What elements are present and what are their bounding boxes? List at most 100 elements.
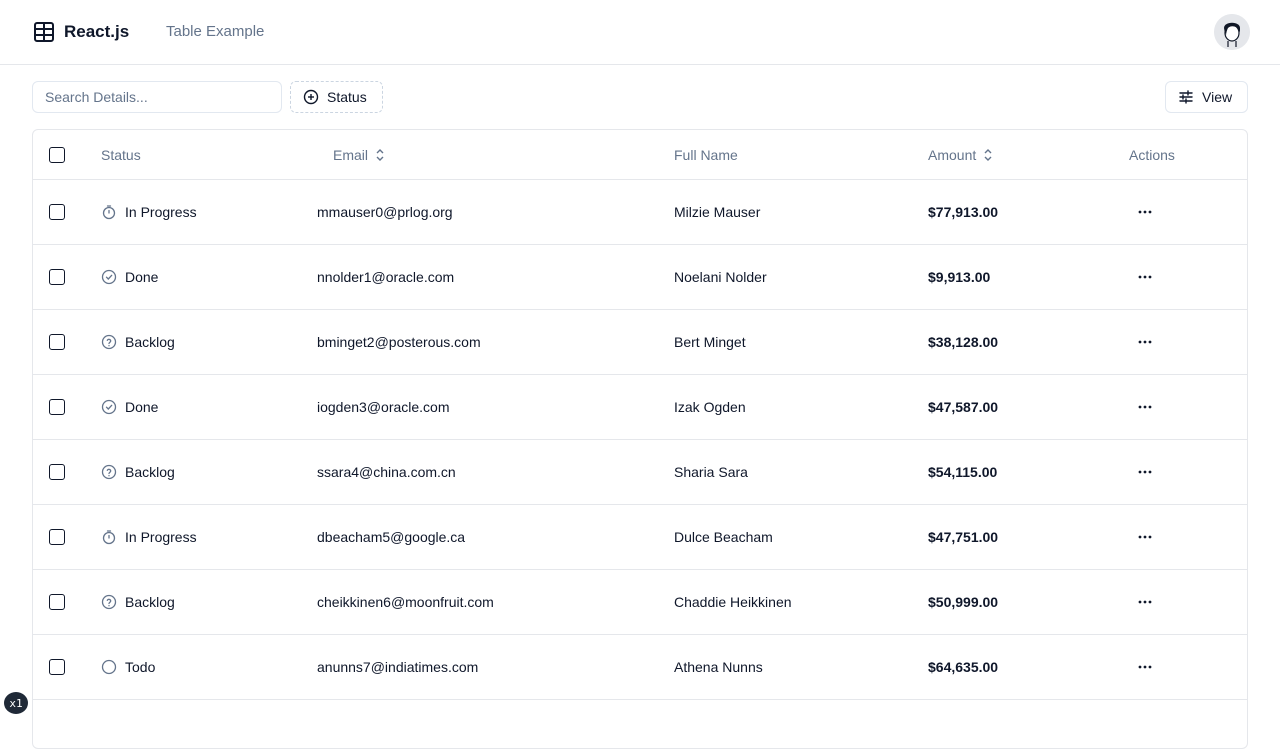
table-row: In Progress dbeacham5@google.ca Dulce Beac… [33, 505, 1247, 570]
more-horizontal-icon [1138, 275, 1152, 279]
email-value: iogden3@oracle.com [317, 399, 450, 415]
full-name-value: Izak Ogden [674, 399, 746, 415]
more-horizontal-icon [1138, 405, 1152, 409]
app-header: React.js Table Example [0, 0, 1280, 65]
actions-cell [1129, 635, 1161, 699]
search-input[interactable] [32, 81, 282, 113]
sliders-icon [1179, 90, 1193, 104]
status-label: In Progress [125, 529, 197, 545]
sort-icon [984, 148, 992, 161]
column-header-status: Status [101, 130, 141, 179]
email-value: ssara4@china.com.cn [317, 464, 456, 480]
status-label: Done [125, 269, 159, 285]
email-value: cheikkinen6@moonfruit.com [317, 594, 494, 610]
table-row: Backlog cheikkinen6@moonfruit.com Chaddie … [33, 570, 1247, 635]
more-horizontal-icon [1138, 535, 1152, 539]
row-checkbox[interactable] [49, 204, 65, 220]
full-name-value: Noelani Nolder [674, 269, 767, 285]
row-actions-button[interactable] [1129, 651, 1161, 683]
status-cell: In Progress [101, 180, 197, 244]
row-checkbox[interactable] [49, 269, 65, 285]
row-actions-button[interactable] [1129, 196, 1161, 228]
view-label: View [1202, 89, 1233, 105]
row-actions-button[interactable] [1129, 456, 1161, 488]
full-name-value: Bert Minget [674, 334, 746, 350]
row-actions-button[interactable] [1129, 261, 1161, 293]
status-cell: Backlog [101, 440, 175, 504]
row-select-cell [49, 180, 65, 244]
actions-cell [1129, 310, 1161, 374]
view-options-button[interactable]: View [1165, 81, 1248, 113]
table-icon [34, 22, 54, 42]
actions-cell [1129, 505, 1161, 569]
avatar-illustration-icon [1214, 14, 1250, 50]
status-label: Backlog [125, 334, 175, 350]
row-checkbox[interactable] [49, 659, 65, 675]
row-actions-button[interactable] [1129, 391, 1161, 423]
more-horizontal-icon [1138, 600, 1152, 604]
email-cell: mmauser0@prlog.org [317, 180, 453, 244]
actions-cell [1129, 570, 1161, 634]
status-cell: Todo [101, 635, 155, 699]
data-table: Status Email Full Name Amount Actions In… [32, 129, 1248, 749]
help-circle-icon [101, 334, 117, 350]
email-cell: dbeacham5@google.ca [317, 505, 465, 569]
help-circle-icon [101, 464, 117, 480]
table-body: In Progress mmauser0@prlog.org Milzie Maus… [33, 180, 1247, 700]
row-checkbox[interactable] [49, 464, 65, 480]
status-label: In Progress [125, 204, 197, 220]
timer-icon [102, 530, 116, 545]
check-circle-icon [101, 399, 117, 415]
amount-cell: $64,635.00 [928, 635, 998, 699]
status-cell: Backlog [101, 310, 175, 374]
status-cell: Backlog [101, 570, 175, 634]
amount-value: $54,115.00 [928, 464, 998, 480]
select-all-cell [49, 130, 65, 179]
full-name-cell: Noelani Nolder [674, 245, 767, 309]
column-header-actions: Actions [1129, 130, 1175, 179]
full-name-cell: Izak Ogden [674, 375, 746, 439]
email-value: nnolder1@oracle.com [317, 269, 455, 285]
row-actions-button[interactable] [1129, 326, 1161, 358]
amount-value: $47,751.00 [928, 529, 999, 545]
row-checkbox[interactable] [49, 399, 65, 415]
email-cell: anunns7@indiatimes.com [317, 635, 478, 699]
row-select-cell [49, 570, 65, 634]
actions-cell [1129, 375, 1161, 439]
row-actions-button[interactable] [1129, 586, 1161, 618]
column-header-amount[interactable]: Amount [928, 130, 994, 179]
table-row: Done nnolder1@oracle.com Noelani Nolder $9,… [33, 245, 1247, 310]
status-filter-button[interactable]: Status [290, 81, 383, 113]
row-select-cell [49, 245, 65, 309]
amount-value: $47,587.00 [928, 399, 999, 415]
more-horizontal-icon [1138, 470, 1152, 474]
brand[interactable]: React.js [32, 20, 129, 44]
email-cell: nnolder1@oracle.com [317, 245, 454, 309]
column-header-full-name-label: Full Name [674, 146, 738, 163]
column-header-status-label: Status [101, 146, 141, 163]
full-name-value: Milzie Mauser [674, 204, 761, 220]
amount-cell: $9,913.00 [928, 245, 990, 309]
row-checkbox[interactable] [49, 594, 65, 610]
row-checkbox[interactable] [49, 529, 65, 545]
more-horizontal-icon [1138, 210, 1152, 214]
more-horizontal-icon [1138, 340, 1152, 344]
zoom-badge: x1 [4, 692, 28, 714]
amount-cell: $47,751.00 [928, 505, 998, 569]
plus-circle-icon [303, 89, 319, 105]
column-header-email[interactable]: Email [333, 130, 386, 179]
full-name-cell: Dulce Beacham [674, 505, 773, 569]
email-cell: ssara4@china.com.cn [317, 440, 456, 504]
amount-cell: $47,587.00 [928, 375, 998, 439]
nav-link-table-example[interactable]: Table Example [166, 23, 264, 40]
row-actions-button[interactable] [1129, 521, 1161, 553]
row-select-cell [49, 375, 65, 439]
row-checkbox[interactable] [49, 334, 65, 350]
user-avatar[interactable] [1214, 14, 1250, 50]
amount-cell: $50,999.00 [928, 570, 998, 634]
select-all-checkbox[interactable] [49, 146, 65, 163]
table-header-row: Status Email Full Name Amount Actions [33, 130, 1247, 180]
amount-value: $38,128.00 [928, 334, 999, 350]
full-name-cell: Athena Nunns [674, 635, 763, 699]
status-label: Backlog [125, 594, 175, 610]
